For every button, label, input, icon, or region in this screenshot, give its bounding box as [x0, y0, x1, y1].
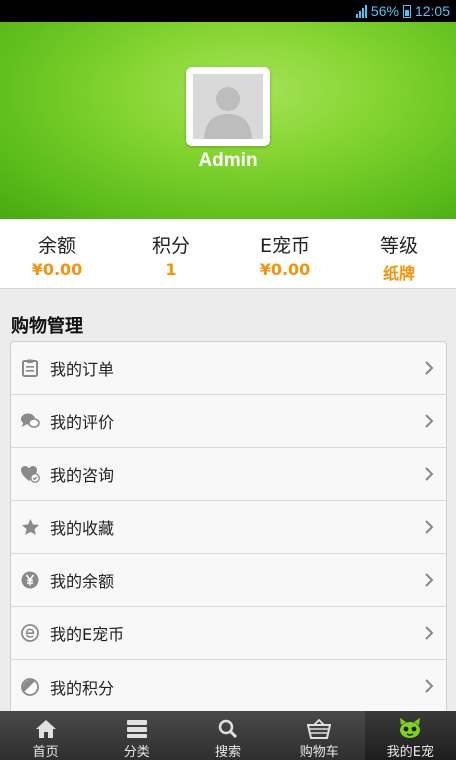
stat-label: 积分 — [151, 235, 190, 257]
avatar-placeholder-icon — [193, 74, 263, 139]
stat-points[interactable]: 积分 1 — [114, 219, 228, 288]
menu-item-points[interactable]: 我的积分 — [11, 660, 446, 713]
menu-item-label: 我的收藏 — [50, 519, 115, 538]
tab-label: 我的E宠 — [386, 745, 435, 760]
battery-percent: 56% — [370, 3, 399, 19]
tab-category[interactable]: 分类 — [91, 711, 182, 760]
home-icon — [0, 711, 91, 739]
tab-cart[interactable]: 购物车 — [274, 711, 365, 760]
category-icon — [91, 711, 182, 739]
stat-label: 等级 — [379, 235, 418, 257]
chevron-right-icon — [424, 625, 434, 641]
star-icon — [20, 517, 40, 537]
stat-level[interactable]: 等级 纸牌 — [342, 219, 456, 288]
profile-header: Admin — [0, 22, 456, 219]
avatar[interactable] — [186, 67, 270, 146]
stat-label: 余额 — [37, 235, 76, 257]
menu-item-ecoin[interactable]: 我的E宠币 — [11, 607, 446, 660]
bottom-tab-bar: 首页 分类 搜索 购物车 我的E宠 — [0, 711, 456, 760]
chevron-right-icon — [424, 413, 434, 429]
chevron-right-icon — [424, 678, 434, 694]
tab-label: 首页 — [32, 745, 59, 760]
e-coin-icon — [20, 623, 40, 643]
chevron-right-icon — [424, 360, 434, 376]
menu-item-orders[interactable]: 我的订单 — [11, 342, 446, 395]
stat-balance[interactable]: 余额 ¥0.00 — [0, 219, 114, 288]
username: Admin — [198, 150, 258, 171]
menu-item-label: 我的余额 — [50, 572, 115, 591]
section-title: 购物管理 — [11, 316, 83, 337]
clipboard-icon — [20, 358, 40, 378]
chevron-right-icon — [424, 572, 434, 588]
points-icon — [20, 677, 40, 697]
menu-item-balance[interactable]: 我的余额 — [11, 554, 446, 607]
menu-item-label: 我的咨询 — [50, 466, 115, 485]
menu-item-reviews[interactable]: 我的评价 — [11, 395, 446, 448]
menu-item-label: 我的积分 — [50, 678, 115, 698]
stat-value: ¥0.00 — [259, 260, 311, 279]
chevron-right-icon — [424, 519, 434, 535]
stat-value: 纸牌 — [382, 264, 415, 283]
clock: 12:05 — [414, 3, 450, 19]
shopping-menu: 我的订单 我的评价 我的咨询 我的收藏 我的余额 我的E宠币 我的积分 — [10, 341, 447, 714]
cart-icon — [274, 711, 365, 739]
signal-icon — [355, 4, 367, 18]
menu-item-label: 我的订单 — [50, 360, 115, 379]
menu-item-label: 我的E宠币 — [50, 625, 125, 644]
stat-ecoin[interactable]: E宠币 ¥0.00 — [228, 219, 342, 288]
stat-value: ¥0.00 — [31, 260, 83, 279]
battery-icon — [402, 4, 411, 18]
stat-label: E宠币 — [259, 235, 310, 257]
tab-label: 分类 — [123, 745, 150, 760]
status-bar: 56% 12:05 — [0, 0, 456, 22]
chat-bubbles-icon — [20, 411, 40, 431]
tab-home[interactable]: 首页 — [0, 711, 91, 760]
menu-item-inquiries[interactable]: 我的咨询 — [11, 448, 446, 501]
stat-value: 1 — [165, 260, 177, 279]
heart-check-icon — [20, 464, 40, 484]
account-stats: 余额 ¥0.00 积分 1 E宠币 ¥0.00 等级 纸牌 — [0, 219, 456, 289]
tab-my-epet[interactable]: 我的E宠 — [364, 711, 456, 760]
yen-coin-icon — [20, 570, 40, 590]
tab-label: 购物车 — [299, 745, 339, 760]
menu-item-label: 我的评价 — [50, 413, 115, 432]
chevron-right-icon — [424, 466, 434, 482]
search-icon — [182, 711, 273, 739]
menu-item-favorites[interactable]: 我的收藏 — [11, 501, 446, 554]
tab-search[interactable]: 搜索 — [182, 711, 273, 760]
pet-face-icon — [365, 711, 456, 739]
tab-label: 搜索 — [215, 745, 242, 760]
